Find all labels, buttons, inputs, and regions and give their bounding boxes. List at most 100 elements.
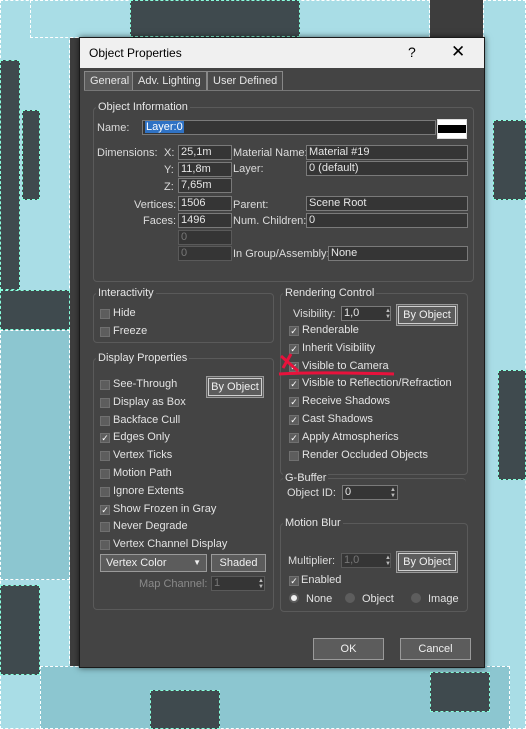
receive-shadows-label: Receive Shadows (302, 395, 391, 408)
never-degrade-checkbox[interactable] (100, 522, 110, 533)
group-title: Object Information (96, 101, 190, 113)
extra-field-1: 0 (178, 230, 232, 245)
cancel-button[interactable]: Cancel (400, 638, 471, 660)
group-assembly-label: In Group/Assembly: (233, 248, 330, 260)
multiplier-label: Multiplier: (288, 555, 336, 567)
backface-cull-checkbox[interactable] (100, 415, 110, 426)
edges-only-checkbox[interactable]: ✓ (100, 433, 110, 444)
ok-button[interactable]: OK (313, 638, 384, 660)
num-children-label: Num. Children: (233, 215, 307, 227)
name-field[interactable]: Layer:0 (142, 120, 436, 135)
shaded-button[interactable]: Shaded (211, 554, 266, 572)
never-degrade-label: Never Degrade (113, 520, 188, 533)
material-name-field[interactable]: Material #19 (306, 145, 468, 160)
freeze-label: Freeze (113, 325, 148, 337)
renderable-checkbox[interactable]: ✓ (289, 326, 299, 336)
see-through-checkbox[interactable] (100, 380, 110, 390)
scene-wall (430, 672, 490, 712)
tab-general[interactable]: General (84, 71, 136, 90)
see-through-label: See-Through (113, 378, 178, 390)
map-channel-spinner[interactable]: ▲ ▼ (258, 578, 264, 590)
object-id-spinner[interactable]: ▲ ▼ (390, 487, 396, 499)
scene-wall (130, 0, 300, 37)
ignore-extents-checkbox[interactable] (100, 486, 110, 497)
visible-to-reflection-refraction-label: Visible to Reflection/Refraction (302, 377, 452, 390)
visibility-label: Visibility: (293, 308, 336, 320)
hide-label: Hide (113, 307, 136, 319)
inherit-visibility-checkbox[interactable]: ✓ (289, 343, 299, 354)
tab-user-defined[interactable]: User Defined (207, 71, 284, 90)
renderable-label: Renderable (302, 324, 359, 336)
cast-shadows-label: Cast Shadows (302, 413, 373, 425)
motion-blur-none-label: None (306, 593, 333, 605)
apply-atmospherics-checkbox[interactable]: ✓ (289, 432, 299, 443)
tab-divider (84, 90, 480, 91)
layer-field[interactable]: 0 (default) (306, 161, 468, 176)
group-title: Rendering Control (283, 287, 377, 299)
ignore-extents-label: Ignore Extents (113, 484, 184, 497)
motion-blur-image-radio[interactable] (411, 593, 421, 603)
group-title: Interactivity (96, 287, 156, 299)
title-bar[interactable]: Object Properties ? ✕ (80, 38, 484, 68)
group-assembly-field: None (328, 246, 468, 261)
close-icon[interactable]: ✕ (451, 42, 465, 62)
visible-to-reflection-refraction-checkbox[interactable]: ✓ (289, 379, 299, 390)
visibility-spinner[interactable]: ▲ ▼ (385, 308, 391, 320)
receive-shadows-checkbox[interactable]: ✓ (289, 397, 299, 408)
freeze-checkbox[interactable] (100, 327, 110, 337)
extra-field-2: 0 (178, 246, 232, 261)
scene-wall (493, 120, 526, 200)
enabled-label: Enabled (301, 574, 342, 586)
rendering-by-object-button[interactable]: By Object (396, 304, 458, 326)
tab-adv-lighting[interactable]: Adv. Lighting (132, 71, 207, 90)
scene-wall (0, 330, 70, 580)
scene-wall (0, 585, 40, 675)
dimension-z-field[interactable]: 7,65m (178, 178, 232, 193)
multiplier-field[interactable]: 1,0 (341, 553, 391, 568)
show-frozen-in-gray-checkbox[interactable]: ✓ (100, 504, 110, 515)
object-color-swatch[interactable] (437, 119, 467, 139)
apply-atmospherics-label: Apply Atmospherics (302, 430, 399, 443)
map-channel-label: Map Channel: (139, 578, 208, 590)
vertex-color-dropdown[interactable]: Vertex Color ▼ (100, 554, 207, 572)
display-by-object-button[interactable]: By Object (206, 376, 264, 398)
vertex-channel-display-label: Vertex Channel Display (113, 538, 228, 551)
dimension-x-field[interactable]: 25,1m (178, 145, 232, 160)
motion-blur-object-radio[interactable] (345, 593, 355, 603)
x-label: X: (164, 147, 175, 159)
vertices-label: Vertices: (134, 199, 177, 211)
faces-label: Faces: (143, 215, 177, 227)
vertex-color-value: Vertex Color (106, 557, 167, 569)
vertex-channel-display-checkbox[interactable] (100, 540, 110, 551)
scene-wall (150, 690, 220, 729)
visibility-field[interactable]: 1,0 (341, 306, 391, 321)
render-occluded-objects-checkbox[interactable] (289, 450, 299, 461)
vertex-ticks-checkbox[interactable] (100, 451, 110, 462)
help-button[interactable]: ? (408, 44, 416, 60)
object-id-label: Object ID: (287, 487, 336, 499)
chevron-down-icon: ▼ (193, 558, 201, 567)
display-as-box-checkbox[interactable] (100, 397, 110, 408)
motion-path-label: Motion Path (113, 467, 172, 479)
layer-label: Layer: (233, 163, 264, 175)
multiplier-spinner[interactable]: ▲ ▼ (385, 555, 391, 567)
map-channel-field[interactable]: 1 (211, 576, 265, 591)
window-title: Object Properties (89, 46, 182, 60)
material-name-label: Material Name: (233, 147, 308, 159)
motion-blur-by-object-button[interactable]: By Object (396, 551, 458, 573)
scene-wall (483, 0, 526, 729)
parent-field: Scene Root (306, 196, 468, 211)
cast-shadows-checkbox[interactable]: ✓ (289, 415, 299, 425)
name-label: Name: (97, 122, 130, 134)
visible-to-camera-checkbox[interactable]: ✓ (289, 361, 299, 372)
hide-checkbox[interactable] (100, 309, 110, 319)
display-as-box-label: Display as Box (113, 395, 186, 408)
group-title: Display Properties (96, 352, 190, 364)
vertex-ticks-label: Vertex Ticks (113, 449, 173, 462)
motion-blur-none-radio[interactable] (289, 593, 299, 603)
motion-path-checkbox[interactable] (100, 469, 110, 479)
inherit-visibility-label: Inherit Visibility (302, 341, 376, 354)
enabled-checkbox[interactable]: ✓ (289, 576, 299, 586)
num-children-field: 0 (306, 213, 468, 228)
dimension-y-field[interactable]: 11,8m (178, 162, 232, 177)
